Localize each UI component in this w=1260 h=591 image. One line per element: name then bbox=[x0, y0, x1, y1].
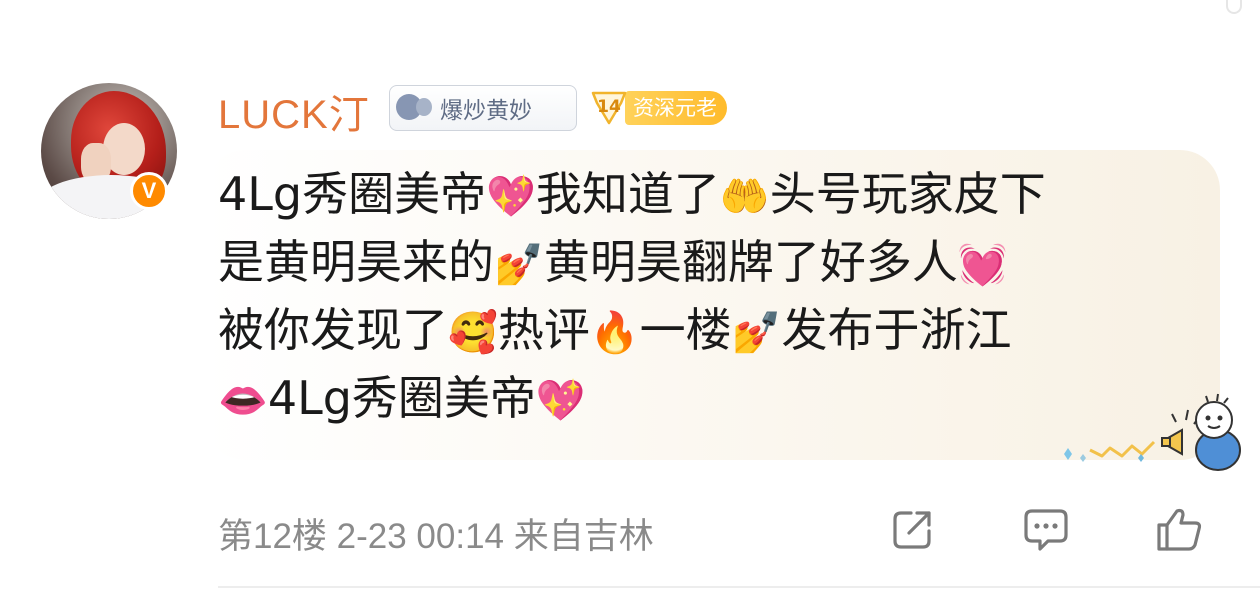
comment-text-segment: 是黄明昊来的 bbox=[218, 235, 494, 289]
thumbs-up-icon bbox=[1157, 508, 1202, 551]
comment-text-segment: 4Lg秀圈美帝 bbox=[218, 167, 487, 221]
nail-polish-icon: 💅 bbox=[731, 310, 782, 356]
comment-button[interactable] bbox=[1022, 505, 1070, 553]
comment-text-segment: 头号玩家皮下 bbox=[769, 167, 1046, 221]
level-diamond-icon: 14 bbox=[589, 89, 629, 127]
weibo-comment-card: V LUCK汀 爆炒黄妙 14 资深元老 4Lg秀圈美帝💖我知道了🤲头号玩家皮下… bbox=[0, 0, 1260, 591]
fan-tag-label: 爆炒黄妙 bbox=[440, 98, 532, 124]
verified-badge-icon: V bbox=[130, 172, 168, 210]
level-tag[interactable]: 14 资深元老 bbox=[589, 88, 744, 128]
comment-meta: 第12楼 2-23 00:14 来自吉林 bbox=[218, 517, 654, 556]
level-number: 14 bbox=[597, 97, 621, 117]
comment-line-2: 是黄明昊来的💅黄明昊翻牌了好多人💓 bbox=[218, 228, 1208, 296]
share-button[interactable] bbox=[889, 505, 937, 553]
level-label: 资深元老 bbox=[625, 91, 727, 125]
top-corner-mark bbox=[1226, 0, 1242, 14]
like-button[interactable] bbox=[1155, 505, 1203, 553]
beating-heart-icon: 💓 bbox=[957, 242, 1008, 288]
nail-polish-icon: 💅 bbox=[494, 242, 544, 288]
palms-up-icon: 🤲 bbox=[719, 174, 770, 220]
username[interactable]: LUCK汀 bbox=[218, 82, 370, 140]
comment-text-segment: 黄明昊翻牌了好多人 bbox=[543, 235, 958, 289]
smiling-hearts-icon: 🥰 bbox=[448, 310, 498, 356]
comment-text-segment: 一楼 bbox=[639, 303, 732, 357]
lips-icon: 👄 bbox=[218, 378, 268, 424]
fan-badge-icon bbox=[396, 93, 432, 123]
comment-bubble-icon bbox=[1024, 509, 1068, 551]
share-icon bbox=[893, 511, 931, 549]
sparkling-heart-icon: 💖 bbox=[486, 174, 536, 220]
comment-line-3: 被你发现了🥰热评🔥一楼💅发布于浙江 bbox=[218, 296, 1208, 364]
comment-line-1: 4Lg秀圈美帝💖我知道了🤲头号玩家皮下 bbox=[218, 160, 1208, 228]
fan-group-tag[interactable]: 爆炒黄妙 bbox=[389, 85, 577, 131]
comment-text-segment: 被你发现了 bbox=[218, 303, 448, 357]
comment-text-segment: 我知道了 bbox=[535, 167, 720, 221]
comment-text-segment: 4Lg秀圈美帝 bbox=[267, 371, 536, 425]
megaphone-mascot-sticker-icon bbox=[1058, 392, 1248, 472]
comment-text-segment: 发布于浙江 bbox=[781, 303, 1012, 357]
fire-icon: 🔥 bbox=[589, 310, 640, 356]
bottom-divider bbox=[218, 586, 1260, 588]
comment-text-segment: 热评 bbox=[497, 303, 590, 357]
sparkling-heart-icon: 💖 bbox=[535, 378, 586, 424]
